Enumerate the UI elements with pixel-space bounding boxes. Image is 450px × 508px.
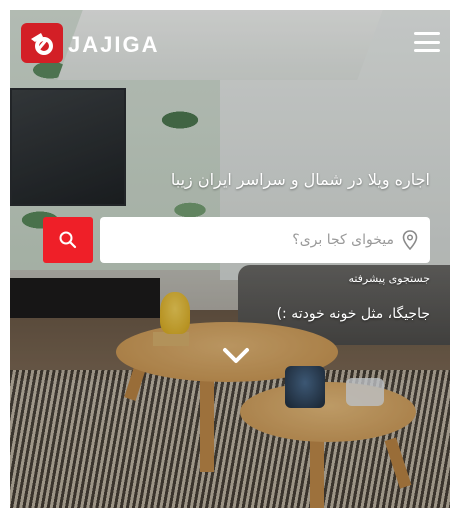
- chevron-down-icon[interactable]: [220, 346, 252, 366]
- hero-section: JAJIGA اجاره ویلا در شمال و سراسر ایران …: [10, 10, 450, 508]
- menu-line: [414, 49, 440, 52]
- hamburger-menu-icon[interactable]: [414, 32, 440, 52]
- menu-line: [414, 32, 440, 35]
- advanced-search-link[interactable]: جستجوی پیشرفته: [348, 272, 430, 285]
- search-button[interactable]: [43, 217, 93, 263]
- menu-line: [414, 40, 440, 44]
- logo-text[interactable]: JAJIGA: [68, 32, 159, 58]
- hero-headline: اجاره ویلا در شمال و سراسر ایران زیبا: [170, 170, 430, 189]
- logo-icon[interactable]: [21, 23, 63, 63]
- map-pin-icon: [402, 230, 418, 250]
- hero-tagline: جاجیگا، مثل خونه خودته :): [276, 306, 430, 322]
- search-box[interactable]: [100, 217, 430, 263]
- search-input[interactable]: [142, 231, 396, 249]
- search-icon: [59, 231, 77, 249]
